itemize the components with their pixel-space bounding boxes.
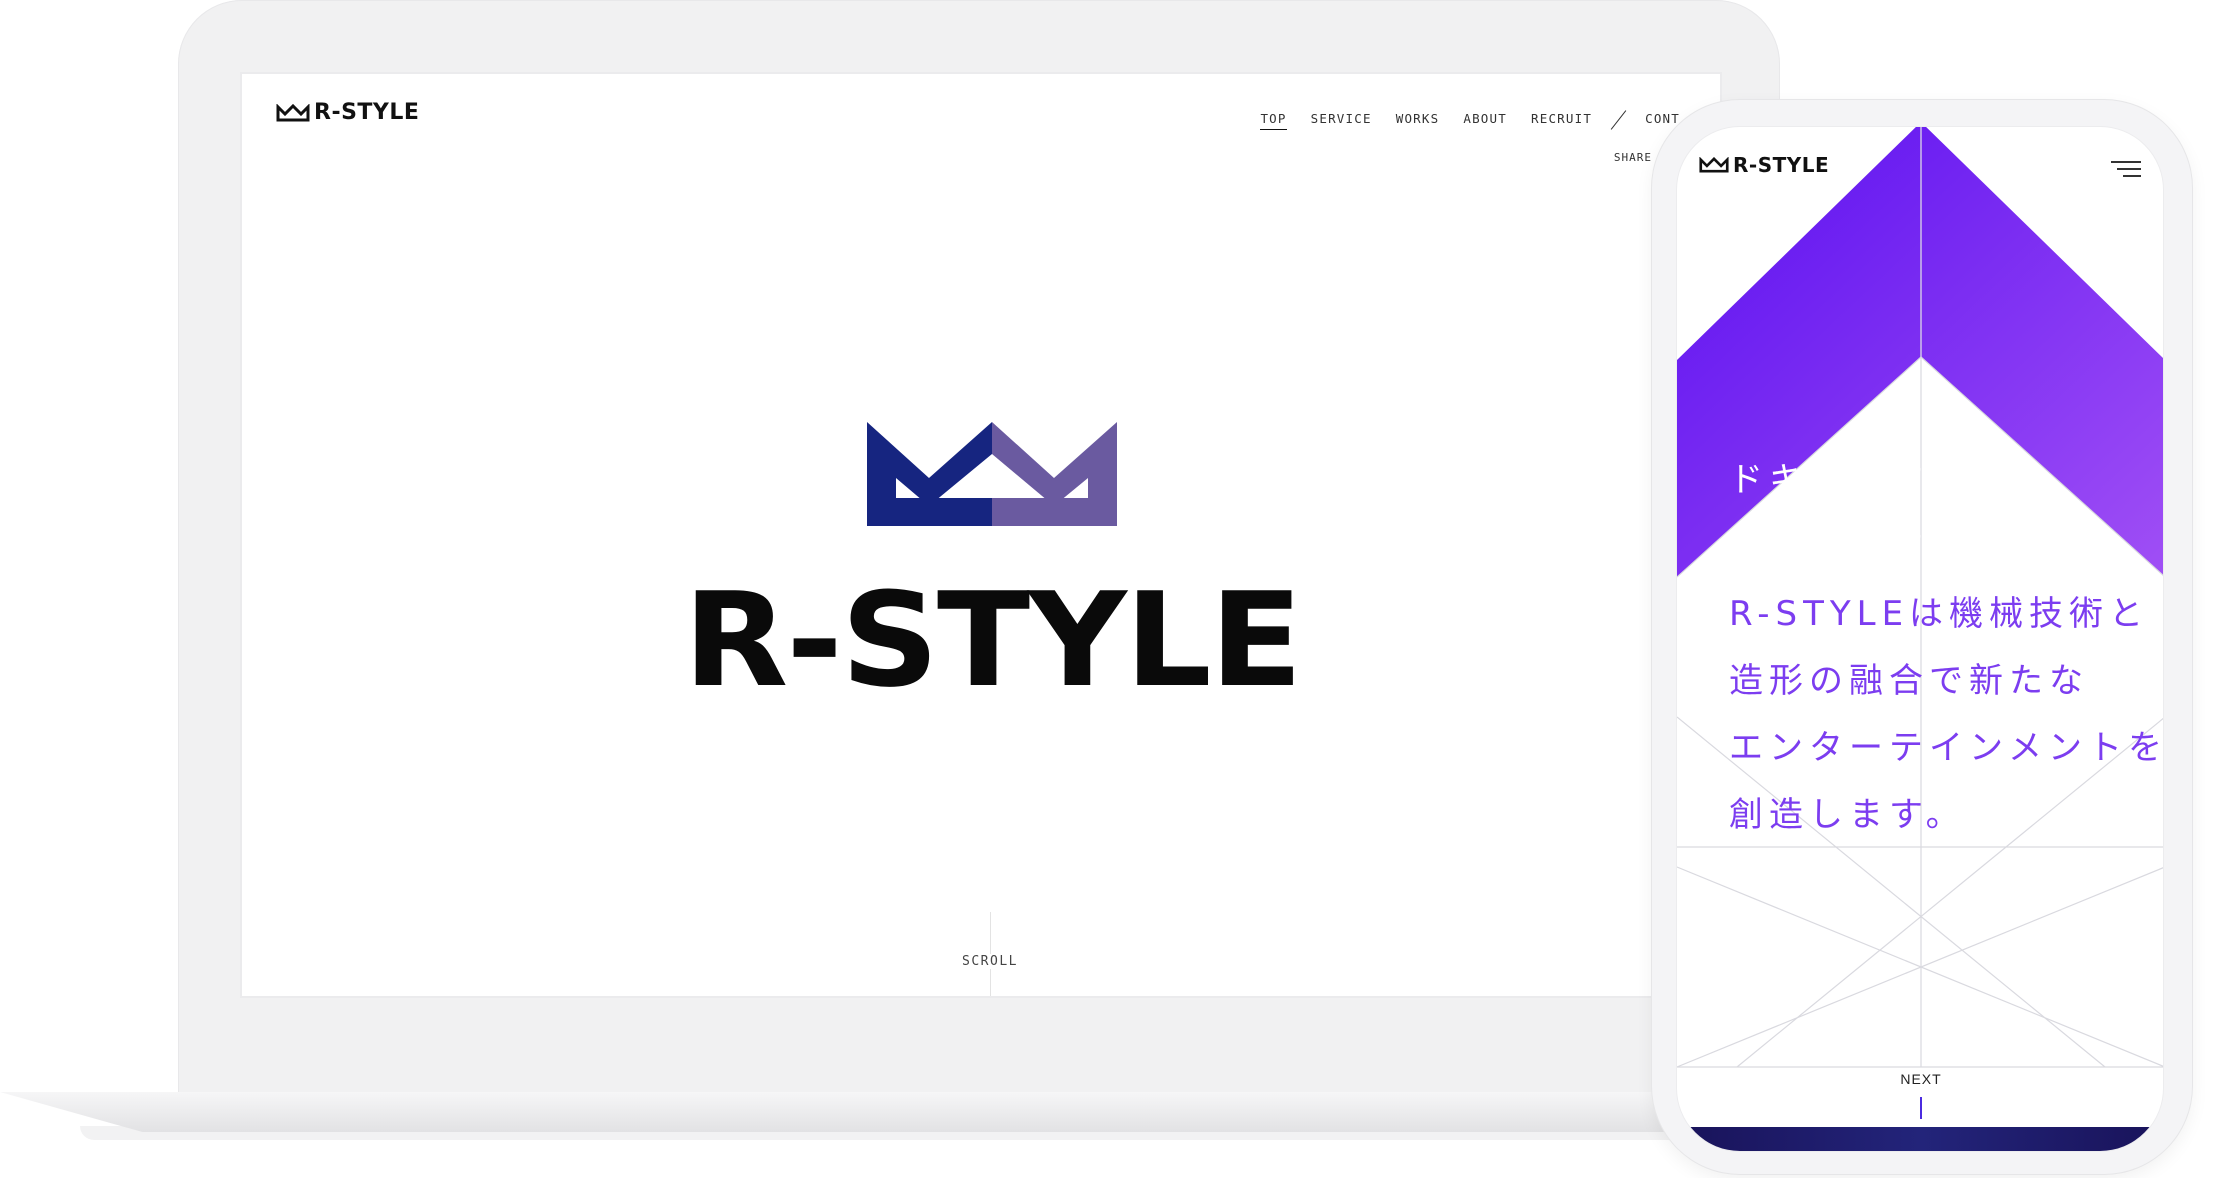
nav-about[interactable]: ABOUT (1463, 111, 1507, 129)
tagline-line-5: エンターテインメントを (1729, 728, 2164, 768)
laptop-screen: R-STYLE TOP SERVICE WORKS ABOUT RECRUIT … (240, 72, 1722, 998)
nav-contact[interactable]: CONT (1645, 111, 1680, 129)
scroll-label[interactable]: SCROLL (942, 954, 1038, 969)
tagline-line-3: R-STYLEは機械技術と (1729, 594, 2150, 634)
main-nav: TOP SERVICE WORKS ABOUT RECRUIT CONT (1260, 108, 1680, 132)
mockup-stage: R-STYLE TOP SERVICE WORKS ABOUT RECRUIT … (0, 0, 2240, 1178)
next-section-preview (1677, 1127, 2163, 1151)
hamburger-icon[interactable] (2111, 161, 2141, 181)
next-indicator-line (1920, 1097, 1922, 1119)
logo-text: R-STYLE (1733, 153, 1830, 177)
phone-header-logo[interactable]: R-STYLE (1699, 153, 1829, 177)
next-button[interactable]: NEXT (1677, 1071, 2163, 1087)
crown-icon (276, 103, 310, 121)
laptop-base (0, 1092, 1780, 1132)
nav-top[interactable]: TOP (1260, 111, 1287, 130)
nav-divider (1610, 110, 1627, 130)
nav-works[interactable]: WORKS (1396, 111, 1440, 129)
tagline-line-4: 造形の融合で新たな (1729, 661, 2089, 701)
tagline-line-1: ドキドキする形、 (1729, 460, 2049, 500)
logo-text: R-STYLE (314, 100, 420, 125)
tagline-line-6: 創造します。 (1729, 795, 1966, 835)
tagline: ドキドキする形、 ワクワクする動き。 R-STYLEは機械技術と 造形の融合で新… (1729, 447, 2164, 849)
share-label: SHARE (1613, 150, 1652, 164)
tagline-line-2: ワクワクする動き。 (1729, 527, 2088, 567)
crown-icon (1699, 157, 1729, 173)
phone-screen: R-STYLE ドキドキする形、 ワクワクする動き。 R-STYLEは機械技術と… (1676, 126, 2164, 1152)
hero-crown-icon (867, 422, 1117, 526)
nav-service[interactable]: SERVICE (1311, 111, 1372, 129)
hero-logo: R-STYLE (682, 390, 1303, 705)
nav-recruit[interactable]: RECRUIT (1531, 111, 1592, 129)
header-logo[interactable]: R-STYLE (276, 100, 419, 125)
hero-wordmark: R-STYLE (683, 564, 1303, 716)
